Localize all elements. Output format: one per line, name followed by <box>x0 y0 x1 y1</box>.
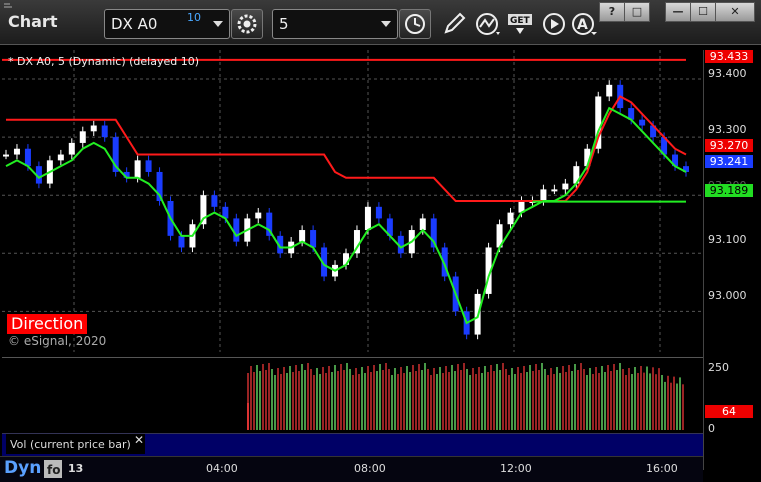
symbol-value: DX A0 <box>111 15 158 33</box>
clock-icon <box>405 14 425 34</box>
pencil-icon[interactable] <box>440 10 468 38</box>
time-label: 12:00 <box>500 462 532 475</box>
svg-text:GET: GET <box>510 16 531 26</box>
top-line-price-tag: 93.433 <box>705 50 753 63</box>
candle-body <box>13 148 20 155</box>
candle-body <box>3 154 9 157</box>
play-icon[interactable] <box>540 10 568 38</box>
symbol-count-badge: 10 <box>187 11 201 24</box>
axis-label: 93.100 <box>708 233 747 246</box>
volume-axis-label: 250 <box>708 361 729 374</box>
volume-tag: 64 <box>705 405 753 418</box>
last-price-tag: 93.241 <box>705 155 753 168</box>
axis-label: 93.000 <box>708 289 747 302</box>
study-label: Direction <box>7 314 88 334</box>
time-label: 08:00 <box>354 462 386 475</box>
green-ma-line <box>5 106 687 325</box>
symbol-combo[interactable]: DX A0 10 <box>104 9 230 39</box>
red-ma-price-tag: 93.270 <box>705 139 753 152</box>
candle-body <box>364 206 371 231</box>
restore-button[interactable]: □ <box>624 2 650 22</box>
candle-body <box>24 148 31 167</box>
alert-icon[interactable]: A <box>571 10 599 38</box>
candle-body <box>255 212 262 219</box>
volume-label-box: Vol (current price bar) <box>6 434 145 454</box>
axis-label: 93.400 <box>708 67 747 80</box>
candle-body <box>134 160 141 178</box>
candle-body <box>639 119 646 126</box>
candle-body <box>310 230 317 248</box>
candle-body <box>540 189 547 201</box>
candle-body <box>562 183 569 190</box>
help-button[interactable]: ? <box>599 2 625 22</box>
candle-body <box>233 218 240 242</box>
candle-body <box>57 154 64 161</box>
price-chart[interactable] <box>2 50 703 352</box>
symbol-settings-button[interactable] <box>231 9 263 39</box>
interval-value: 5 <box>279 15 289 33</box>
time-axis[interactable] <box>0 456 703 482</box>
minimize-button[interactable]: — <box>665 2 691 22</box>
volume-chart[interactable] <box>2 357 703 433</box>
interval-combo[interactable]: 5 <box>272 9 398 39</box>
candle-body <box>419 218 426 231</box>
svg-text:fo: fo <box>47 463 60 477</box>
lock-icon[interactable]: fo <box>44 460 62 478</box>
green-ma-price-tag: 93.189 <box>705 184 753 197</box>
window-title: Chart <box>8 12 58 31</box>
volume-label: Vol (current price bar) <box>10 438 131 451</box>
maximize-button[interactable]: ☐ <box>690 2 716 22</box>
candle-body <box>507 212 514 225</box>
close-icon[interactable]: ✕ <box>134 433 144 447</box>
candle-body <box>375 206 382 219</box>
time-label: 04:00 <box>206 462 238 475</box>
red-ma-line <box>6 95 687 202</box>
get-data-icon[interactable]: GET <box>507 10 537 38</box>
candle-body <box>68 142 75 155</box>
interval-settings-button[interactable] <box>399 9 431 39</box>
candle-body <box>101 125 108 138</box>
study-icon[interactable] <box>474 10 502 38</box>
dynamic-mode-label: Dyn <box>4 458 42 478</box>
chevron-down-icon[interactable] <box>213 21 223 27</box>
time-label-date: 13 <box>68 462 84 475</box>
copyright-text: © eSignal, 2020 <box>8 334 107 348</box>
candle-body <box>211 195 218 207</box>
candle-body <box>178 235 185 248</box>
time-label: 16:00 <box>646 462 678 475</box>
candle-body <box>299 230 306 242</box>
chart-legend: * DX A0, 5 (Dynamic) (delayed 10) <box>8 55 199 68</box>
axis-label: 93.300 <box>708 123 747 136</box>
candle-body <box>79 131 86 143</box>
gear-icon <box>237 14 257 34</box>
svg-text:A: A <box>577 17 588 33</box>
candle-body <box>551 189 558 192</box>
close-button[interactable]: ✕ <box>715 2 755 22</box>
window-grip-icon[interactable] <box>4 0 14 10</box>
candle-body <box>606 84 613 97</box>
chevron-down-icon[interactable] <box>381 21 391 27</box>
candle-body <box>145 160 152 172</box>
volume-axis-label: 0 <box>708 422 715 435</box>
candle-body <box>90 125 97 132</box>
